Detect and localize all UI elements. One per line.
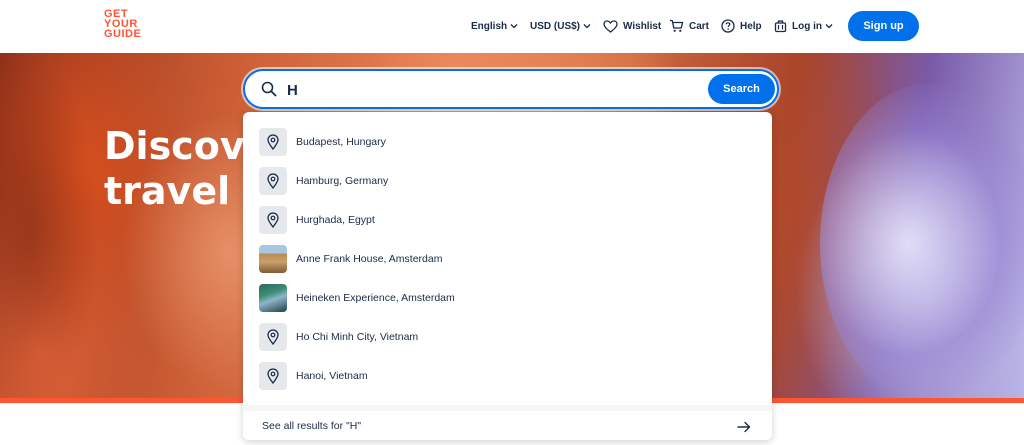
suggestion-item[interactable]: Heineken Experience, Amsterdam [243,278,772,317]
location-pin-icon [259,127,287,156]
suggestion-label: Budapest, Hungary [296,135,386,148]
getyourguide-logo[interactable]: GET YOUR GUIDE [104,9,148,40]
location-pin-icon [259,166,287,195]
location-pin-icon [259,361,287,390]
logo-line-3: GUIDE [104,28,142,40]
arrow-right-icon [737,420,751,433]
chevron-down-icon [825,22,833,30]
see-all-results-link[interactable]: See all results for "H" [243,405,772,440]
cart-icon [669,19,684,33]
suggestion-item[interactable]: Hurghada, Egypt [243,200,772,239]
currency-label: USD (US$) [530,20,581,32]
chevron-down-icon [510,22,518,30]
luggage-icon [774,19,787,33]
heart-icon [603,19,618,33]
suggestion-label: Hurghada, Egypt [296,213,375,226]
hero-canyon-light [820,83,1024,398]
search-input[interactable] [287,79,687,101]
top-header: GET YOUR GUIDE English USD (US$) Wishlis… [0,0,1024,52]
anne-frank-house-thumbnail [259,244,287,273]
location-pin-icon [259,322,287,351]
suggestion-label: Ho Chi Minh City, Vietnam [296,330,419,343]
wishlist-label: Wishlist [623,20,662,32]
wishlist-link[interactable]: Wishlist [603,0,661,52]
chevron-down-icon [583,22,591,30]
suggestion-item[interactable]: Ho Chi Minh City, Vietnam [243,317,772,356]
search-suggestions-dropdown: Budapest, Hungary Hamburg, Germany Hurgh… [243,112,772,440]
heineken-experience-thumbnail [259,283,287,312]
currency-selector[interactable]: USD (US$) [530,0,591,52]
help-label: Help [740,20,762,32]
cart-link[interactable]: Cart [669,0,709,52]
suggestion-item[interactable]: Anne Frank House, Amsterdam [243,239,772,278]
search-icon [261,81,277,97]
search-bar: Search [243,69,779,109]
sign-up-button[interactable]: Sign up [848,11,919,41]
see-all-results-label: See all results for "H" [262,420,362,432]
location-pin-icon [259,205,287,234]
suggestion-label: Heineken Experience, Amsterdam [296,291,455,304]
suggestion-label: Anne Frank House, Amsterdam [296,252,443,265]
suggestion-label: Hanoi, Vietnam [296,369,368,382]
suggestion-item[interactable]: Budapest, Hungary [243,122,772,161]
suggestion-label: Hamburg, Germany [296,174,389,187]
suggestion-item[interactable]: Hanoi, Vietnam [243,356,772,395]
language-label: English [471,20,508,32]
help-icon [721,19,735,33]
hero-canyon-shade [0,53,100,398]
login-label: Log in [792,20,822,32]
search-button[interactable]: Search [708,74,775,104]
cart-label: Cart [689,20,710,32]
login-menu[interactable]: Log in [774,0,833,52]
language-selector[interactable]: English [471,0,518,52]
suggestion-item[interactable]: Hamburg, Germany [243,161,772,200]
help-link[interactable]: Help [721,0,762,52]
